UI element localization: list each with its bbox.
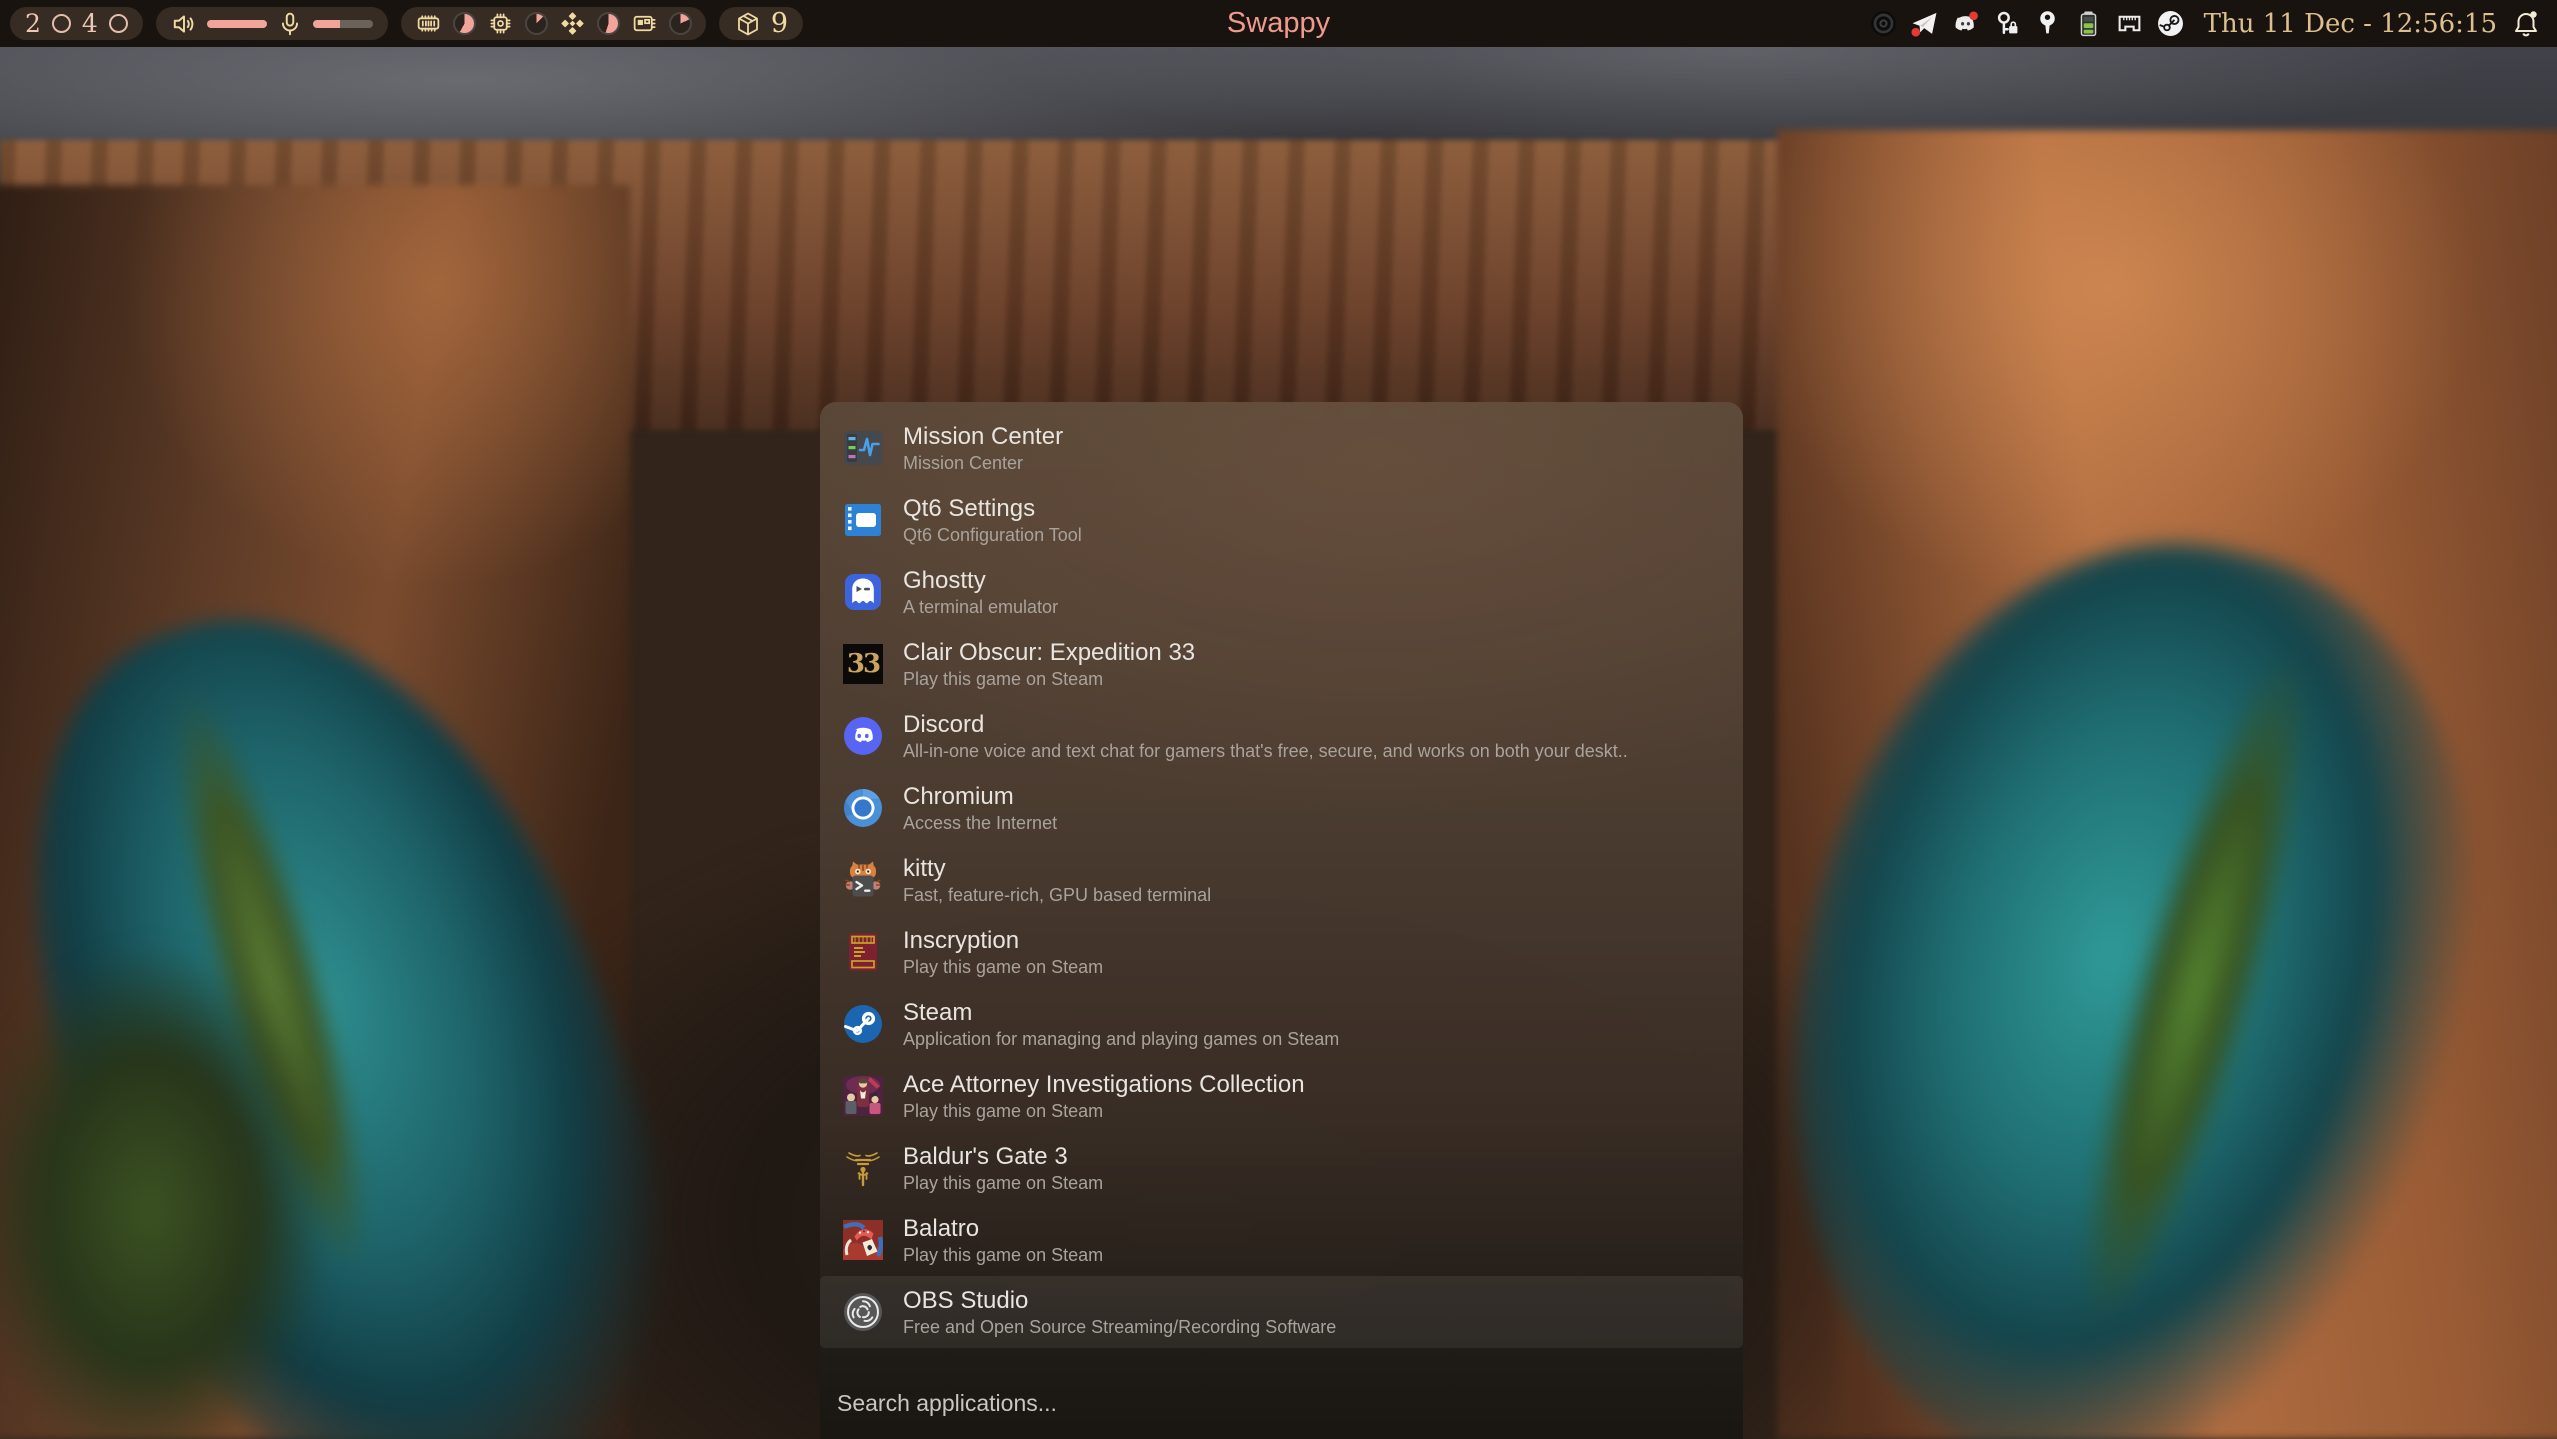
memory-icon[interactable]: [415, 10, 442, 37]
clair-obscur-33-app-icon: 33: [843, 644, 883, 684]
app-name: Chromium: [903, 782, 1057, 811]
mission-center-app-icon: [843, 428, 883, 468]
search-input[interactable]: [837, 1390, 1697, 1417]
app-description: Mission Center: [903, 451, 1063, 475]
discord-app-icon: [843, 716, 883, 756]
app-name: Mission Center: [903, 422, 1063, 451]
gpu-icon[interactable]: [631, 10, 658, 37]
app-description: Qt6 Configuration Tool: [903, 523, 1082, 547]
workspace-2[interactable]: 2: [25, 7, 41, 40]
package-box-icon: [734, 10, 762, 38]
battery-tray-icon[interactable]: [2075, 10, 2102, 37]
launcher-item[interactable]: Ace Attorney Investigations Collection P…: [820, 1060, 1743, 1132]
launcher-item[interactable]: kitty Fast, feature-rich, GPU based term…: [820, 844, 1743, 916]
gpu-usage-pie[interactable]: [669, 12, 692, 35]
discord-tray-icon[interactable]: [1952, 10, 1979, 37]
obs-studio-app-icon: [843, 1292, 883, 1332]
qt6-settings-app-icon: [843, 500, 883, 540]
app-name: kitty: [903, 854, 1211, 883]
launcher-item[interactable]: Steam Application for managing and playi…: [820, 988, 1743, 1060]
microphone-icon[interactable]: [277, 11, 303, 37]
notification-bell-icon[interactable]: [2511, 9, 2541, 39]
app-name: Qt6 Settings: [903, 494, 1082, 523]
search-bar: [820, 1367, 1743, 1439]
app-description: Fast, feature-rich, GPU based terminal: [903, 883, 1211, 907]
app-name: Steam: [903, 998, 1339, 1027]
app-name: Inscryption: [903, 926, 1103, 955]
launcher-item[interactable]: OBS Studio Free and Open Source Streamin…: [820, 1276, 1743, 1348]
app-name: OBS Studio: [903, 1286, 1336, 1315]
app-launcher: Mission Center Mission Center Qt6 Settin…: [820, 402, 1743, 1439]
app-description: Play this game on Steam: [903, 955, 1103, 979]
steam-app-icon: [843, 1004, 883, 1044]
kitty-app-icon: [843, 860, 883, 900]
balatro-app-icon: [843, 1220, 883, 1260]
system-stats-module: [401, 7, 706, 40]
launcher-item[interactable]: Baldur's Gate 3 Play this game on Steam: [820, 1132, 1743, 1204]
clock[interactable]: Thu 11 Dec - 12:56:15: [2204, 9, 2497, 39]
app-description: All-in-one voice and text chat for gamer…: [903, 739, 1628, 763]
cpu-icon[interactable]: [487, 10, 514, 37]
inscryption-app-icon: [843, 932, 883, 972]
app-description: Play this game on Steam: [903, 1099, 1305, 1123]
workspace-4[interactable]: 4: [82, 7, 98, 40]
launcher-item[interactable]: 33 Clair Obscur: Expedition 33 Play this…: [820, 628, 1743, 700]
keepassxc-tray-icon[interactable]: [1993, 10, 2020, 37]
launcher-item[interactable]: Chromium Access the Internet: [820, 772, 1743, 844]
app-name: Clair Obscur: Expedition 33: [903, 638, 1195, 667]
launcher-item[interactable]: Qt6 Settings Qt6 Configuration Tool: [820, 484, 1743, 556]
gamepad-icon[interactable]: [559, 10, 586, 37]
ghostty-app-icon: [843, 572, 883, 612]
launcher-item[interactable]: Discord All-in-one voice and text chat f…: [820, 700, 1743, 772]
app-name: Balatro: [903, 1214, 1103, 1243]
speaker-icon[interactable]: [171, 11, 197, 37]
key-tray-icon[interactable]: [2034, 10, 2061, 37]
top-bar-right-modules: Thu 11 Dec - 12:56:15: [1870, 9, 2541, 39]
app-description: A terminal emulator: [903, 595, 1058, 619]
launcher-item[interactable]: Ghostty A terminal emulator: [820, 556, 1743, 628]
desktop: 2 4: [0, 0, 2557, 1439]
wallpaper-vegetation-bottom-left: [0, 930, 340, 1439]
app-description: Access the Internet: [903, 811, 1057, 835]
baldurs-gate-3-app-icon: [843, 1148, 883, 1188]
app-description: Free and Open Source Streaming/Recording…: [903, 1315, 1336, 1339]
app-description: Play this game on Steam: [903, 1243, 1103, 1267]
app-name: Ace Attorney Investigations Collection: [903, 1070, 1305, 1099]
top-bar: 2 4: [0, 0, 2557, 47]
volume-slider[interactable]: [207, 20, 267, 28]
app-name: Discord: [903, 710, 1628, 739]
mic-volume-slider[interactable]: [313, 20, 373, 28]
telegram-tray-icon[interactable]: [1911, 10, 1938, 37]
audio-module: [156, 7, 388, 40]
gamepad-usage-pie[interactable]: [597, 12, 620, 35]
ethernet-tray-icon[interactable]: [2116, 10, 2143, 37]
app-name: Baldur's Gate 3: [903, 1142, 1103, 1171]
app-name: Ghostty: [903, 566, 1058, 595]
app-description: Play this game on Steam: [903, 667, 1195, 691]
steelseries-tray-icon[interactable]: [1870, 10, 1897, 37]
launcher-item[interactable]: Balatro Play this game on Steam: [820, 1204, 1743, 1276]
app-description: Play this game on Steam: [903, 1171, 1103, 1195]
workspace-empty-icon[interactable]: [52, 14, 71, 33]
chromium-app-icon: [843, 788, 883, 828]
launcher-item[interactable]: Mission Center Mission Center: [820, 412, 1743, 484]
ace-attorney-app-icon: [843, 1076, 883, 1116]
launcher-item[interactable]: Inscryption Play this game on Steam: [820, 916, 1743, 988]
steam-tray-icon[interactable]: [2157, 10, 2184, 37]
cpu-usage-pie[interactable]: [525, 12, 548, 35]
top-bar-left-modules: 2 4: [10, 7, 803, 40]
workspace-empty-icon[interactable]: [109, 14, 128, 33]
app-list: Mission Center Mission Center Qt6 Settin…: [820, 412, 1743, 1348]
packages-module[interactable]: 9: [719, 7, 803, 40]
workspaces-module: 2 4: [10, 7, 143, 40]
memory-usage-pie[interactable]: [453, 12, 476, 35]
app-description: Application for managing and playing gam…: [903, 1027, 1339, 1051]
package-count: 9: [771, 7, 788, 40]
